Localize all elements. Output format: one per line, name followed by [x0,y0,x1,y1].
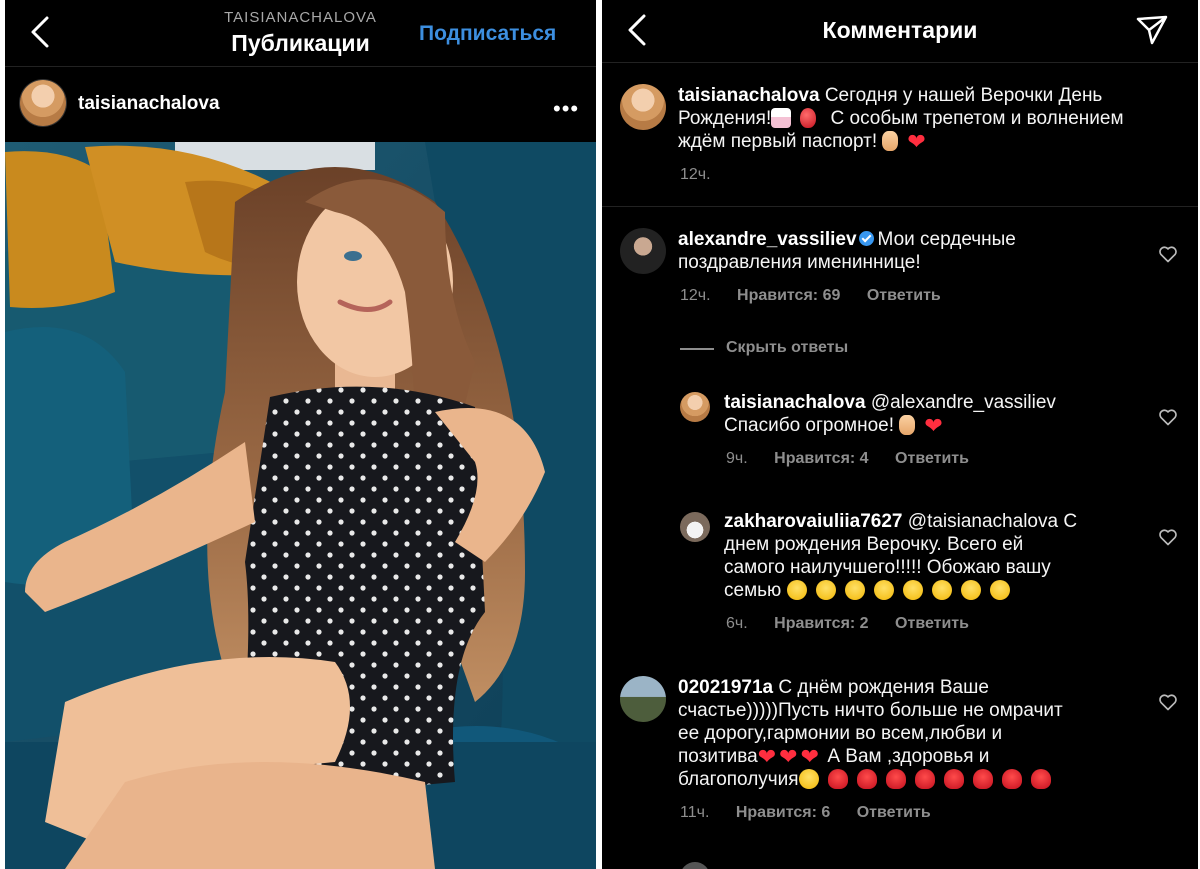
kiss-emoji-icon [989,580,1010,600]
reply-username[interactable]: zakharovaiuliia7627 [724,511,903,532]
more-options-icon[interactable]: ••• [553,96,579,122]
comment-line3: ее дорогу,гармонии во всем,любви и [678,723,1003,744]
reply-time: 6ч. [726,615,748,632]
like-heart-icon[interactable] [1158,407,1178,427]
smiling-face-with-hearts-icon [798,769,819,789]
caption-username[interactable]: taisianachalova [678,85,820,106]
avatar[interactable] [20,80,66,126]
header-divider [5,66,596,67]
balloon-icon [800,108,817,128]
kiss-emoji-icon [902,580,923,600]
rose-icon [1001,769,1022,789]
avatar[interactable] [620,228,666,274]
comment-time: 11ч. [680,804,710,821]
reply-button[interactable]: Ответить [895,450,969,467]
comment-username[interactable]: alexandre_vassiliev [678,229,857,250]
reply-button[interactable]: Ответить [895,615,969,632]
reply-line2: Спасибо огромное! [724,415,895,436]
rose-icon [827,769,848,789]
rose-icon [914,769,935,789]
reply-text: taisianachalova @alexandre_vassiliev Спа… [724,391,1144,437]
follow-button[interactable]: Подписаться [419,22,556,46]
reply-button[interactable]: Ответить [867,287,941,304]
rose-icon [943,769,964,789]
praying-hands-icon [882,131,899,151]
comment-line1: С днём рождения Ваше [778,677,989,698]
post-username[interactable]: taisianachalova [78,93,220,115]
smile-emoji-icon [844,580,865,600]
comment-meta: 11ч. Нравится: 6 Ответить [680,804,953,822]
caption-line2a: Рождения! [678,108,772,129]
comment-text: alexandre_vassiliev Мои сердечные поздрав… [678,228,1138,274]
caption-line3: ждём первый паспорт! [678,131,878,152]
caption-divider [602,206,1198,207]
reply-username[interactable]: taisianachalova [724,392,866,413]
reply-likes[interactable]: Нравится: 2 [774,615,868,632]
rose-icon [972,769,993,789]
smile-emoji-icon [786,580,807,600]
birthday-cake-icon [771,108,792,128]
avatar[interactable] [680,862,710,869]
comment-likes[interactable]: Нравится: 69 [737,287,840,304]
comment-line5: благополучия [678,769,799,790]
reply-meta: 6ч. Нравится: 2 Ответить [726,615,991,633]
avatar[interactable] [680,512,710,542]
comment-line2: счастье)))))Пусть ничто больше не омрачи… [678,700,1063,721]
reply-line3: самого наилучшего!!!!! Обожаю вашу [724,557,1051,578]
avatar[interactable] [620,676,666,722]
like-heart-icon[interactable] [1158,692,1178,712]
caption-time: 12ч. [680,166,711,183]
comment-likes[interactable]: Нравится: 6 [736,804,830,821]
send-icon[interactable] [1135,14,1169,51]
kiss-emoji-icon [960,580,981,600]
smile-emoji-icon [815,580,836,600]
comment-line2: поздравления имениннице! [678,252,921,273]
red-heart-icon: ❤ [757,744,777,769]
red-heart-icon: ❤ [907,129,926,154]
caption-line1: Сегодня у нашей Верочки День [824,85,1103,106]
reply-button[interactable]: Ответить [857,804,931,821]
kiss-emoji-icon [931,580,952,600]
praying-hands-icon [899,415,916,435]
comment-line4a: позитива [678,746,758,767]
avatar[interactable] [620,84,666,130]
hide-replies-button[interactable]: Скрыть ответы [726,339,848,357]
comment-username[interactable]: 02021971a [678,677,773,698]
like-heart-icon[interactable] [1158,527,1178,547]
avatar[interactable] [680,392,710,422]
reply-time: 9ч. [726,450,748,467]
rose-icon [1030,769,1051,789]
smile-emoji-icon [873,580,894,600]
like-heart-icon[interactable] [1158,244,1178,264]
comment-time: 12ч. [680,287,711,304]
caption-text: taisianachalova Сегодня у нашей Верочки … [678,84,1178,153]
comment-line1: Мои сердечные [877,229,1016,250]
red-heart-icon: ❤ [800,744,820,769]
header-divider [602,62,1198,63]
reply-meta: 9ч. Нравится: 4 Ответить [726,450,991,468]
rose-icon [856,769,877,789]
page-title: Комментарии [822,17,978,43]
red-heart-icon: ❤ [924,413,943,438]
comment-meta: 12ч. Нравится: 69 Ответить [680,287,963,305]
comments-panel: Комментарии taisianachalova Сегодня у на… [602,0,1198,869]
reply-mention[interactable]: @alexandre_vassiliev [871,392,1056,413]
caption-line2b: С особым трепетом и волнением [830,108,1124,129]
post-photo[interactable] [5,142,596,869]
reply-mention[interactable]: @taisianachalova С [908,511,1077,532]
reply-line2: днем рождения Верочку. Всего ей [724,534,1024,555]
rose-icon [885,769,906,789]
comment-line4b: А Вам ,здоровья и [827,746,990,767]
replies-divider [680,348,714,350]
reply-likes[interactable]: Нравится: 4 [774,450,868,467]
comment-text: 02021971a С днём рождения Ваше счастье))… [678,676,1148,791]
verified-badge-icon [858,231,874,246]
publications-panel: TAISIANACHALOVA Публикации Подписаться t… [5,0,596,869]
red-heart-icon: ❤ [779,744,798,769]
reply-text: zakharovaiuliia7627 @taisianachalova С д… [724,510,1164,602]
reply-line4: семью [724,580,782,601]
